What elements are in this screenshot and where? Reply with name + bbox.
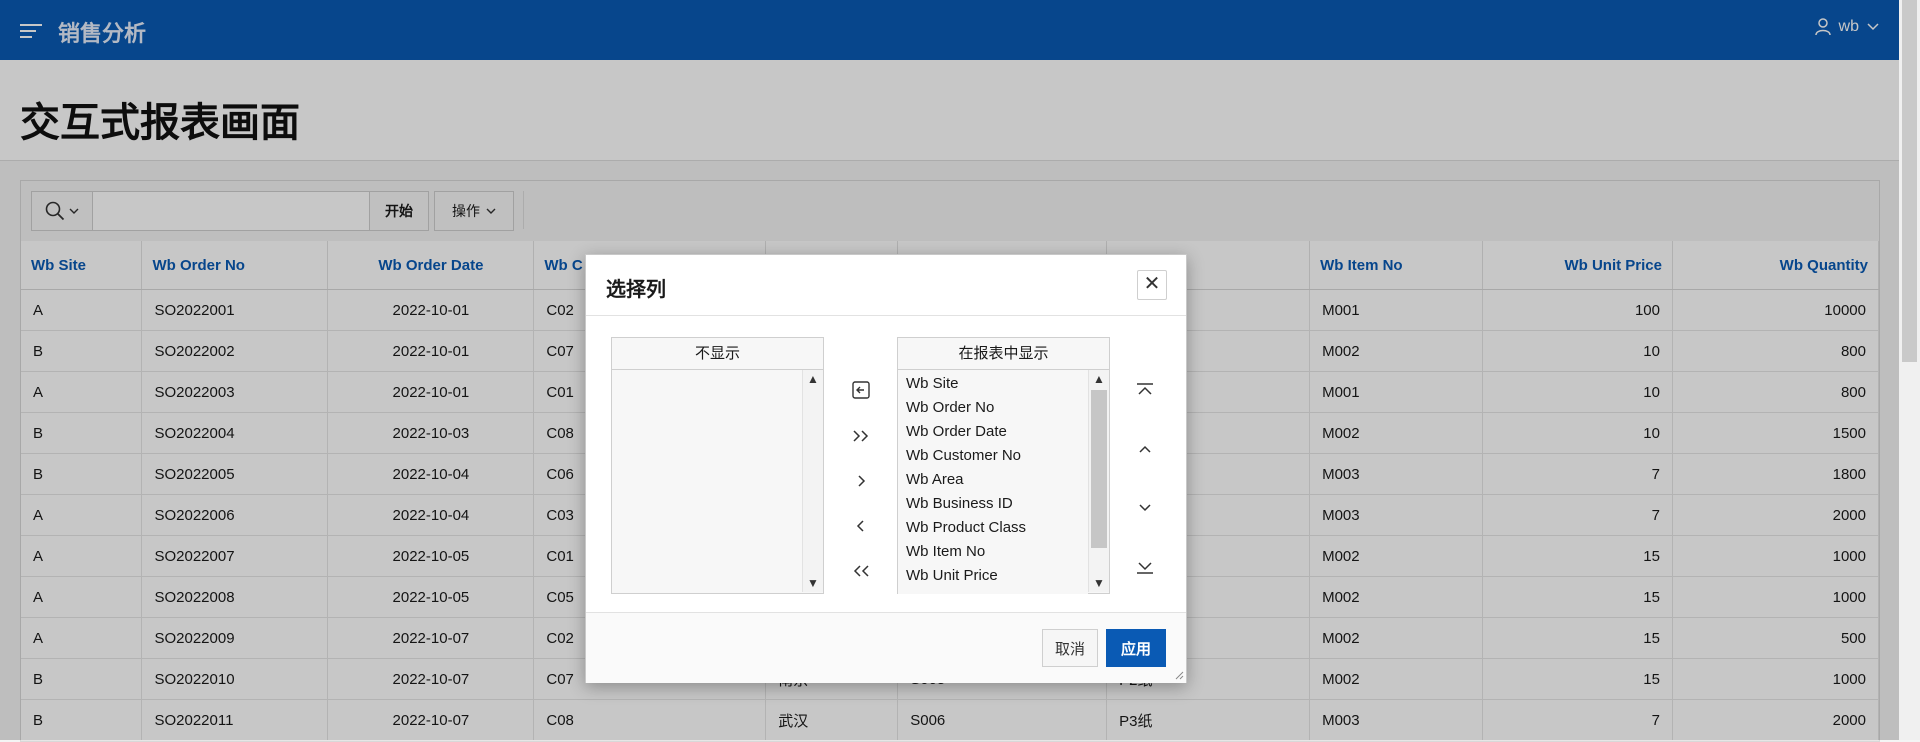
- scroll-up-icon[interactable]: ▲: [1093, 372, 1105, 386]
- move-down-button[interactable]: [1128, 491, 1162, 525]
- resize-handle-icon[interactable]: [1174, 670, 1184, 680]
- dialog-title: 选择列: [606, 279, 666, 301]
- page-scrollbar-thumb[interactable]: [1902, 0, 1917, 362]
- shown-column-option[interactable]: Wb Area: [898, 468, 1088, 492]
- shown-column-option[interactable]: Wb Order Date: [898, 420, 1088, 444]
- shown-column-option[interactable]: Wb Item No: [898, 540, 1088, 564]
- close-button[interactable]: ✕: [1137, 270, 1167, 300]
- list-scrollbar[interactable]: ▲ ▼: [802, 370, 823, 592]
- scroll-up-icon[interactable]: ▲: [807, 372, 819, 386]
- reset-button[interactable]: [844, 373, 878, 407]
- move-bottom-button[interactable]: [1128, 550, 1162, 584]
- shown-column-option[interactable]: Wb Product Class: [898, 516, 1088, 540]
- shown-columns-body[interactable]: Wb Site Wb Order No Wb Order Date Wb Custom…: [898, 370, 1088, 594]
- move-right-button[interactable]: [844, 464, 878, 498]
- move-all-right-button[interactable]: [844, 419, 878, 453]
- list-scrollbar[interactable]: ▲ ▼: [1088, 370, 1109, 592]
- shown-column-option[interactable]: Wb Business ID: [898, 492, 1088, 516]
- reset-icon: [852, 381, 870, 399]
- scroll-down-icon[interactable]: ▼: [1093, 576, 1105, 590]
- move-top-icon: [1137, 383, 1153, 395]
- scroll-down-icon[interactable]: ▼: [807, 576, 819, 590]
- dialog-footer: 取消 应用: [586, 612, 1186, 683]
- hidden-columns-body[interactable]: [612, 370, 802, 592]
- apply-button[interactable]: 应用: [1106, 629, 1166, 667]
- chevron-right-icon: [858, 475, 866, 487]
- shown-column-option[interactable]: Wb Unit Price: [898, 564, 1088, 588]
- select-columns-dialog: 选择列 ✕ 不显示 ▲ ▼ 在报表中显示 Wb Site Wb Order No W…: [585, 254, 1187, 683]
- shown-column-option[interactable]: Wb Site: [898, 372, 1088, 396]
- double-chevron-left-icon: [853, 565, 869, 577]
- double-chevron-right-icon: [853, 430, 869, 442]
- shown-columns-header: 在报表中显示: [898, 338, 1109, 370]
- shown-column-option[interactable]: Wb Customer No: [898, 444, 1088, 468]
- move-bottom-icon: [1137, 562, 1153, 574]
- move-up-button[interactable]: [1128, 432, 1162, 466]
- hidden-columns-list[interactable]: 不显示 ▲ ▼: [611, 337, 824, 594]
- shown-columns-list[interactable]: 在报表中显示 Wb Site Wb Order No Wb Order Date Wb…: [897, 337, 1110, 594]
- move-all-left-button[interactable]: [844, 554, 878, 588]
- dialog-header: 选择列 ✕: [586, 255, 1186, 316]
- scrollbar-thumb[interactable]: [1091, 390, 1107, 548]
- hidden-columns-header: 不显示: [612, 338, 823, 370]
- shown-column-option[interactable]: Wb Order No: [898, 396, 1088, 420]
- chevron-down-icon: [1139, 504, 1151, 512]
- move-left-button[interactable]: [844, 509, 878, 543]
- chevron-up-icon: [1139, 445, 1151, 453]
- cancel-button[interactable]: 取消: [1042, 629, 1098, 667]
- move-top-button[interactable]: [1128, 373, 1162, 407]
- close-icon: ✕: [1143, 273, 1161, 295]
- chevron-left-icon: [856, 520, 864, 532]
